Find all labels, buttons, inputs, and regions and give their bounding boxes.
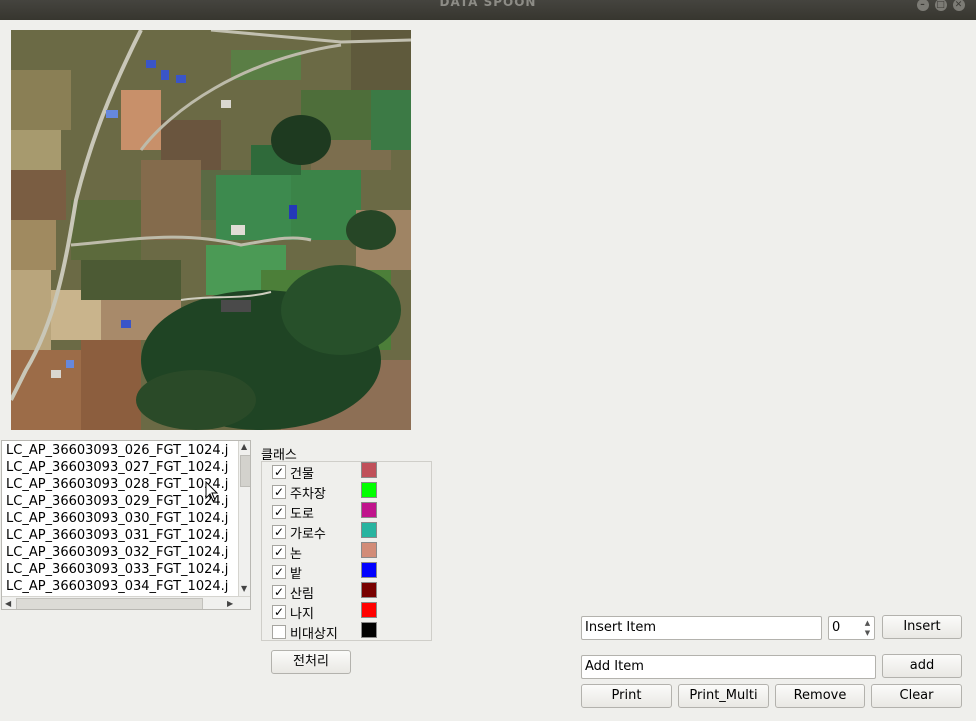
spin-arrows-icon[interactable]: ▲ ▼ <box>862 618 873 638</box>
class-checkbox[interactable]: ✓ <box>272 605 286 619</box>
class-row-bare-land[interactable]: ✓ 나지 <box>272 602 432 622</box>
mouse-cursor-icon <box>205 481 219 502</box>
color-swatch <box>361 562 377 578</box>
aerial-image-view[interactable] <box>11 30 411 430</box>
class-name: 밭 <box>290 567 302 582</box>
list-item[interactable]: LC_AP_36603093_030_FGT_1024.j <box>6 510 228 527</box>
color-swatch <box>361 462 377 478</box>
class-checkbox[interactable]: ✓ <box>272 505 286 519</box>
minimize-icon[interactable]: – <box>917 0 929 11</box>
scroll-up-icon[interactable]: ▲ <box>241 442 247 451</box>
class-checkbox[interactable]: ✓ <box>272 565 286 579</box>
class-row-paddy[interactable]: ✓ 논 <box>272 542 432 562</box>
insert-button[interactable]: Insert <box>882 615 962 639</box>
class-group: ✓ 건물 ✓ 주차장 ✓ 도로 ✓ 가로수 ✓ 논 ✓ 밭 ✓ 산림 ✓ 나지 … <box>261 461 432 642</box>
color-swatch <box>361 602 377 618</box>
class-row-road[interactable]: ✓ 도로 <box>272 502 432 522</box>
class-checkbox[interactable]: ✓ <box>272 525 286 539</box>
list-item[interactable]: LC_AP_36603093_026_FGT_1024.j <box>6 442 228 459</box>
insert-item-input[interactable]: Insert Item <box>581 616 822 640</box>
preprocess-button[interactable]: 전처리 <box>271 650 351 674</box>
color-swatch <box>361 502 377 518</box>
class-checkbox[interactable]: ✓ <box>272 545 286 559</box>
class-row-forest[interactable]: ✓ 산림 <box>272 582 432 602</box>
class-name: 도로 <box>290 507 314 522</box>
list-item[interactable]: LC_AP_36603093_031_FGT_1024.j <box>6 527 228 544</box>
list-item[interactable]: LC_AP_36603093_027_FGT_1024.j <box>6 459 228 476</box>
list-item[interactable]: LC_AP_36603093_034_FGT_1024.j <box>6 578 228 595</box>
print-button[interactable]: Print <box>581 684 672 708</box>
window-title: DATA SPOON <box>439 0 537 9</box>
print-multi-button[interactable]: Print_Multi <box>678 684 769 708</box>
vertical-scrollbar[interactable]: ▲ ▼ <box>238 441 250 596</box>
aerial-image <box>11 30 411 430</box>
insert-index-spinbox[interactable]: 0 ▲ ▼ <box>828 616 875 640</box>
add-button[interactable]: add <box>882 654 962 678</box>
list-item[interactable]: LC_AP_36603093_033_FGT_1024.j <box>6 561 228 578</box>
class-checkbox[interactable]: ✓ <box>272 485 286 499</box>
horizontal-scroll-thumb[interactable] <box>16 598 203 609</box>
vertical-scroll-thumb[interactable] <box>240 455 250 487</box>
class-name: 나지 <box>290 607 314 622</box>
add-item-input[interactable]: Add Item <box>581 655 876 679</box>
class-row-field[interactable]: ✓ 밭 <box>272 562 432 582</box>
scroll-left-icon[interactable]: ◀ <box>5 599 11 608</box>
horizontal-scrollbar[interactable]: ◀ ▶ <box>2 596 250 609</box>
list-item[interactable]: LC_AP_36603093_029_FGT_1024.j <box>6 493 228 510</box>
class-checkbox[interactable]: ✓ <box>272 465 286 479</box>
class-name: 비대상지 <box>290 627 338 642</box>
maximize-icon[interactable]: □ <box>935 0 947 11</box>
list-item[interactable]: LC_AP_36603093_028_FGT_1024.j <box>6 476 228 493</box>
color-swatch <box>361 582 377 598</box>
insert-index-value: 0 <box>832 620 841 635</box>
class-name: 논 <box>290 547 302 562</box>
remove-button[interactable]: Remove <box>775 684 865 708</box>
scroll-down-icon[interactable]: ▼ <box>241 584 247 593</box>
class-name: 가로수 <box>290 527 326 542</box>
class-checkbox[interactable]: ✓ <box>272 585 286 599</box>
class-row-parking[interactable]: ✓ 주차장 <box>272 482 432 502</box>
class-row-building[interactable]: ✓ 건물 <box>272 462 432 482</box>
color-swatch <box>361 622 377 638</box>
class-name: 건물 <box>290 467 314 482</box>
class-row-street-tree[interactable]: ✓ 가로수 <box>272 522 432 542</box>
class-row-non-target[interactable]: 비대상지 <box>272 622 432 642</box>
class-name: 주차장 <box>290 487 326 502</box>
file-list[interactable]: LC_AP_36603093_026_FGT_1024.j LC_AP_3660… <box>1 440 251 610</box>
close-icon[interactable]: ✕ <box>953 0 965 11</box>
color-swatch <box>361 542 377 558</box>
color-swatch <box>361 482 377 498</box>
class-checkbox[interactable] <box>272 625 286 639</box>
clear-button[interactable]: Clear <box>871 684 962 708</box>
scroll-right-icon[interactable]: ▶ <box>227 599 233 608</box>
list-item[interactable]: LC_AP_36603093_032_FGT_1024.j <box>6 544 228 561</box>
title-bar: DATA SPOON – □ ✕ <box>0 0 976 20</box>
class-name: 산림 <box>290 587 314 602</box>
color-swatch <box>361 522 377 538</box>
